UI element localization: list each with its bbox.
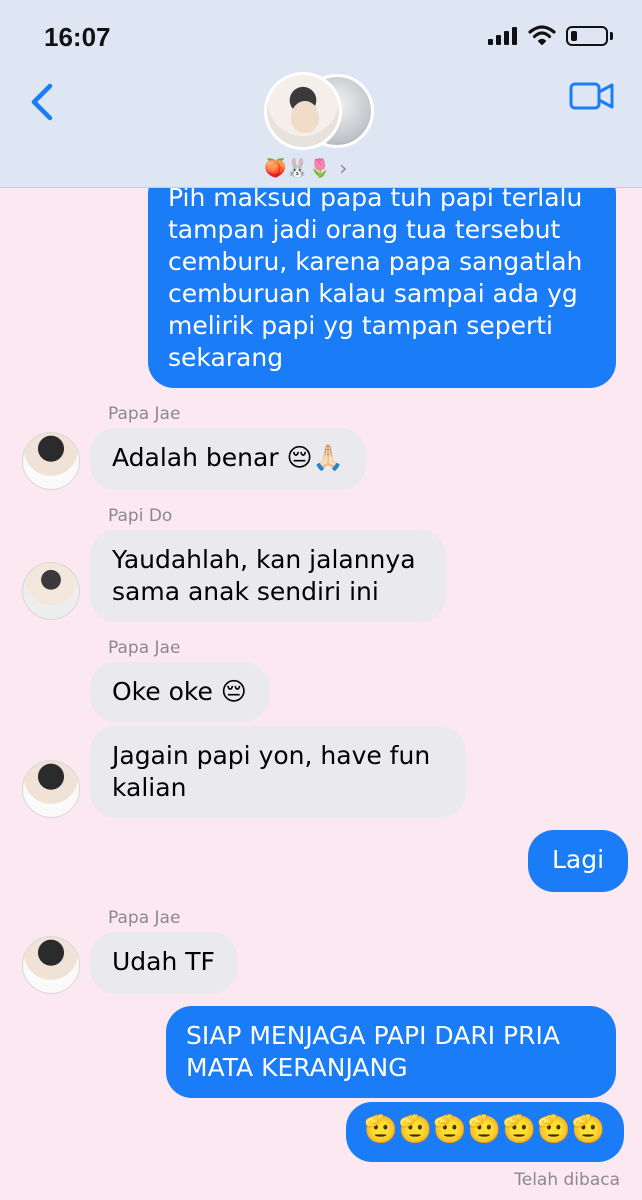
message-text: Oke oke 😔 (112, 677, 247, 706)
sender-name: Papa Jae (108, 404, 181, 424)
sender-name: Papa Jae (108, 638, 181, 658)
message-text: Jagain papi yon, have fun kalian (112, 741, 431, 802)
conversation-header: 16:07 🍑🐰🌷 › (0, 0, 642, 188)
sender-name: Papi Do (108, 506, 173, 526)
message-bubble-outgoing[interactable]: 🫡🫡🫡🫡🫡🫡🫡 (346, 1102, 625, 1162)
chevron-right-icon: › (339, 156, 348, 180)
battery-icon (566, 26, 608, 46)
cellular-signal-icon (488, 27, 517, 45)
message-bubble-incoming[interactable]: Oke oke 😔 (90, 662, 269, 722)
message-text: SIAP MENJAGA PAPI DARI PRIA MATA KERANJA… (186, 1021, 560, 1082)
message-text: Udah TF (112, 947, 215, 976)
message-text: 🫡🫡🫡🫡🫡🫡🫡 (364, 1114, 607, 1145)
avatar-papa-jae[interactable] (22, 432, 80, 490)
group-avatar[interactable] (262, 70, 382, 150)
message-text: Pih maksud papa tuh papi terlalu tampan … (168, 183, 583, 372)
message-bubble-outgoing[interactable]: Lagi (528, 830, 629, 892)
battery-nub (610, 32, 613, 40)
message-bubble-outgoing[interactable]: SIAP MENJAGA PAPI DARI PRIA MATA KERANJA… (166, 1006, 616, 1098)
read-receipt: Telah dibaca (514, 1170, 620, 1190)
video-call-icon[interactable] (568, 78, 616, 114)
status-time: 16:07 (44, 22, 111, 52)
back-chevron-icon[interactable] (24, 80, 60, 124)
member-avatar-front (264, 72, 342, 150)
wifi-icon (528, 25, 556, 45)
message-bubble-incoming[interactable]: Adalah benar 😔🙏🏻 (90, 428, 366, 490)
group-emojis: 🍑🐰🌷 (264, 157, 332, 179)
message-text: Lagi (552, 845, 605, 874)
message-bubble-incoming[interactable]: Jagain papi yon, have fun kalian (90, 726, 466, 818)
group-name[interactable]: 🍑🐰🌷 › (264, 154, 384, 182)
message-bubble-outgoing[interactable]: Pih maksud papa tuh papi terlalu tampan … (148, 168, 616, 388)
message-text: Adalah benar 😔🙏🏻 (112, 443, 344, 472)
status-bar: 16:07 (0, 0, 642, 72)
sender-name: Papa Jae (108, 908, 181, 928)
message-bubble-incoming[interactable]: Yaudahlah, kan jalannya sama anak sendir… (90, 530, 446, 622)
avatar-papi-do[interactable] (22, 562, 80, 620)
message-text: Yaudahlah, kan jalannya sama anak sendir… (112, 545, 416, 606)
message-bubble-incoming[interactable]: Udah TF (90, 932, 237, 994)
avatar-papa-jae[interactable] (22, 936, 80, 994)
avatar-papa-jae[interactable] (22, 760, 80, 818)
